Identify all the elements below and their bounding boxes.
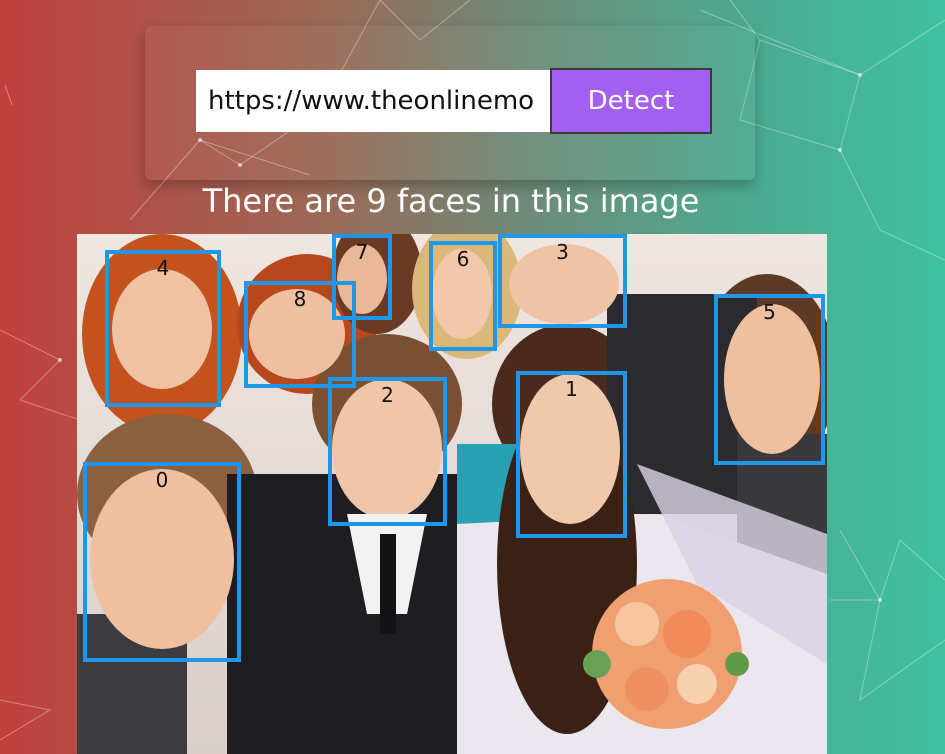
face-box-3: 3	[498, 234, 627, 328]
face-box-label: 6	[456, 247, 470, 271]
face-box-label: 5	[763, 300, 776, 324]
face-box-6: 6	[429, 241, 497, 351]
face-box-label: 4	[156, 256, 170, 280]
face-box-label: 1	[565, 377, 578, 401]
face-box-label: 3	[556, 240, 569, 264]
face-box-label: 8	[293, 287, 307, 311]
face-count-message: There are 9 faces in this image	[202, 182, 700, 220]
detect-button[interactable]: Detect	[550, 68, 712, 134]
image-url-input[interactable]	[196, 70, 550, 132]
face-box-2: 2	[328, 377, 447, 526]
face-box-label: 7	[355, 240, 369, 264]
face-box-5: 5	[714, 294, 825, 465]
face-box-4: 4	[105, 250, 221, 407]
face-box-0: 0	[83, 462, 241, 662]
face-box-1: 1	[516, 371, 627, 538]
face-box-8: 8	[244, 281, 356, 388]
face-box-label: 0	[155, 468, 169, 492]
analyzed-photo: 0 1 2 3 4 5 6 7 8	[77, 234, 827, 754]
